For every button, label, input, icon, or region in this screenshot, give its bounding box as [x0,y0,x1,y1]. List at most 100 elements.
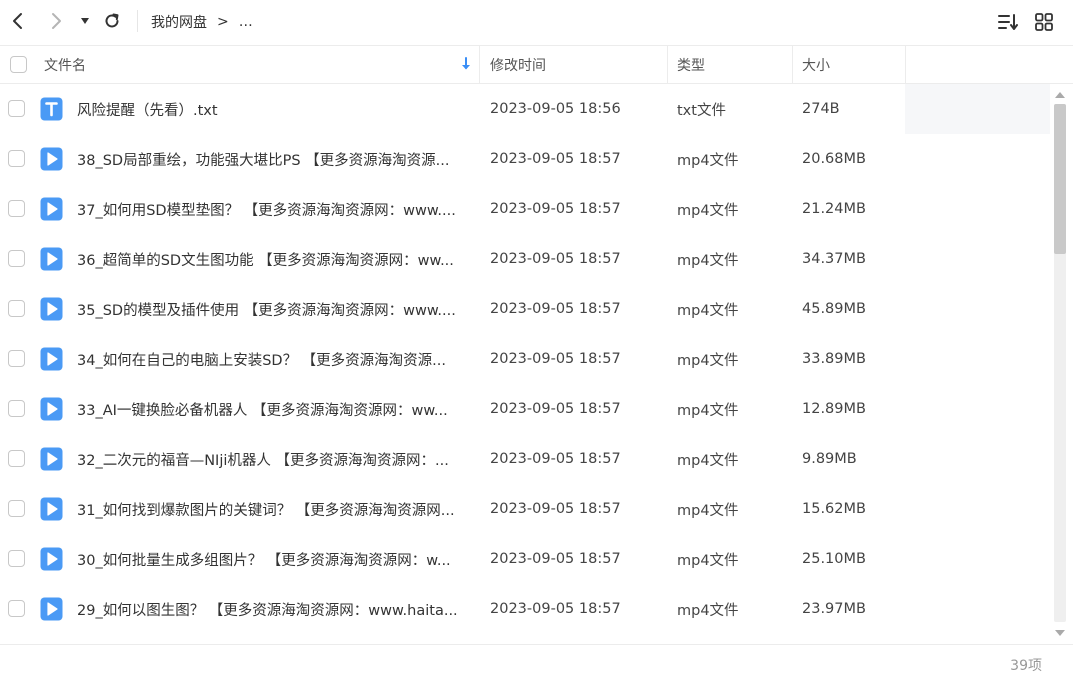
grid-view-button[interactable] [1030,8,1058,36]
video-file-icon [40,247,63,271]
file-name: 34_如何在自己的电脑上安装SD？ 【更多资源海淘资源... [77,352,447,369]
file-type: mp4文件 [677,552,739,569]
file-row-6[interactable]: 34_如何在自己的电脑上安装SD？ 【更多资源海淘资源... 2023-09-0… [0,334,1050,384]
scroll-up-arrow-icon [1055,92,1065,98]
file-size: 23.97MB [802,601,866,617]
scroll-up-button[interactable] [1053,88,1067,102]
row-checkbox[interactable] [8,600,25,617]
file-row-9[interactable]: 31_如何找到爆款图片的关键词？ 【更多资源海淘资源网... 2023-09-0… [0,484,1050,534]
file-type: mp4文件 [677,602,739,619]
file-row-5[interactable]: 35_SD的模型及插件使用 【更多资源海淘资源网：www.... 2023-09… [0,284,1050,334]
video-file-icon [40,197,63,221]
file-type: mp4文件 [677,302,739,319]
back-button[interactable] [3,6,33,36]
file-name: 30_如何批量生成多组图片？ 【更多资源海淘资源网：w... [77,552,451,569]
row-hover-shade [905,84,1050,134]
column-header-size[interactable]: 大小 [802,46,830,83]
row-checkbox[interactable] [8,500,25,517]
file-row-2[interactable]: 38_SD局部重绘，功能强大堪比PS 【更多资源海淘资源... 2023-09-… [0,134,1050,184]
sort-list-icon [998,14,1018,30]
row-checkbox[interactable] [8,200,25,217]
file-type: mp4文件 [677,252,739,269]
file-modified-time: 2023-09-05 18:57 [490,301,621,317]
video-file-icon [40,547,63,571]
file-row-3[interactable]: 37_如何用SD模型垫图？ 【更多资源海淘资源网：www.... 2023-09… [0,184,1050,234]
file-row-7[interactable]: 33_AI一键换脸必备机器人 【更多资源海淘资源网：ww... 2023-09-… [0,384,1050,434]
chevron-left-icon [13,13,22,29]
row-checkbox[interactable] [8,300,25,317]
file-modified-time: 2023-09-05 18:57 [490,251,621,267]
sort-descending-arrow-icon [462,57,470,70]
column-divider [667,46,668,83]
grid-view-icon [1035,13,1053,31]
history-dropdown-button[interactable] [74,6,96,36]
column-header-size-label: 大小 [802,57,830,74]
select-all-checkbox[interactable] [10,56,27,73]
row-checkbox[interactable] [8,550,25,567]
row-checkbox[interactable] [8,100,25,117]
txt-file-icon [40,97,63,121]
video-file-icon [40,297,63,321]
file-name: 36_超简单的SD文生图功能 【更多资源海淘资源网：ww... [77,252,454,269]
file-modified-time: 2023-09-05 18:57 [490,201,621,217]
row-checkbox[interactable] [8,150,25,167]
video-file-icon [40,497,63,521]
file-name: 32_二次元的福音—NIji机器人 【更多资源海淘资源网：... [77,452,449,469]
file-size: 15.62MB [802,501,866,517]
file-modified-time: 2023-09-05 18:57 [490,151,621,167]
scroll-down-button[interactable] [1053,626,1067,640]
toolbar-divider [137,10,138,32]
refresh-button[interactable] [97,6,127,36]
file-type: txt文件 [677,102,726,119]
file-size: 33.89MB [802,351,866,367]
file-name: 33_AI一键换脸必备机器人 【更多资源海淘资源网：ww... [77,402,448,419]
row-checkbox[interactable] [8,450,25,467]
file-type: mp4文件 [677,502,739,519]
row-checkbox[interactable] [8,250,25,267]
video-file-icon [40,447,63,471]
file-size: 20.68MB [802,151,866,167]
breadcrumb-separator: > [217,14,229,30]
row-checkbox[interactable] [8,400,25,417]
column-header-name[interactable]: 文件名 [44,46,478,83]
file-type: mp4文件 [677,452,739,469]
forward-button[interactable] [41,6,71,36]
file-size: 9.89MB [802,451,857,467]
breadcrumb-ellipsis[interactable]: … [239,14,253,30]
toolbar: 我的网盘 > … [0,0,1073,44]
file-row-11[interactable]: 29_如何以图生图？ 【更多资源海淘资源网：www.haita... 2023-… [0,584,1050,634]
file-size: 12.89MB [802,401,866,417]
sort-button[interactable] [994,8,1022,36]
vertical-scrollbar[interactable] [1051,84,1069,644]
column-header-type-label: 类型 [677,57,705,74]
file-row-10[interactable]: 30_如何批量生成多组图片？ 【更多资源海淘资源网：w... 2023-09-0… [0,534,1050,584]
file-list: 风险提醒（先看）.txt 2023-09-05 18:56 txt文件 274B… [0,84,1050,644]
file-row-8[interactable]: 32_二次元的福音—NIji机器人 【更多资源海淘资源网：... 2023-09… [0,434,1050,484]
select-all-cell [10,46,27,83]
file-name: 37_如何用SD模型垫图？ 【更多资源海淘资源网：www.... [77,202,456,219]
video-file-icon [40,147,63,171]
breadcrumb-root[interactable]: 我的网盘 [151,12,207,32]
column-divider [905,46,906,83]
file-modified-time: 2023-09-05 18:57 [490,601,621,617]
file-name: 38_SD局部重绘，功能强大堪比PS 【更多资源海淘资源... [77,152,450,169]
column-divider [792,46,793,83]
caret-down-icon [81,18,89,24]
file-name: 29_如何以图生图？ 【更多资源海淘资源网：www.haita... [77,602,458,619]
file-name: 35_SD的模型及插件使用 【更多资源海淘资源网：www.... [77,302,456,319]
file-modified-time: 2023-09-05 18:57 [490,351,621,367]
column-header-modified-label: 修改时间 [490,57,546,74]
file-row-1[interactable]: 风险提醒（先看）.txt 2023-09-05 18:56 txt文件 274B [0,84,1050,134]
column-header-modified[interactable]: 修改时间 [490,46,546,83]
file-size: 274B [802,101,840,117]
row-checkbox[interactable] [8,350,25,367]
file-name: 31_如何找到爆款图片的关键词？ 【更多资源海淘资源网... [77,502,455,519]
column-header-type[interactable]: 类型 [677,46,705,83]
file-size: 45.89MB [802,301,866,317]
chevron-right-icon [52,13,61,29]
file-manager-window: 我的网盘 > … 文件名 修改时间 类型 大小 风险提醒（先看）.txt 202… [0,0,1073,683]
video-file-icon [40,347,63,371]
file-row-4[interactable]: 36_超简单的SD文生图功能 【更多资源海淘资源网：ww... 2023-09-… [0,234,1050,284]
column-header-name-label: 文件名 [44,57,86,74]
scrollbar-thumb[interactable] [1054,104,1066,254]
